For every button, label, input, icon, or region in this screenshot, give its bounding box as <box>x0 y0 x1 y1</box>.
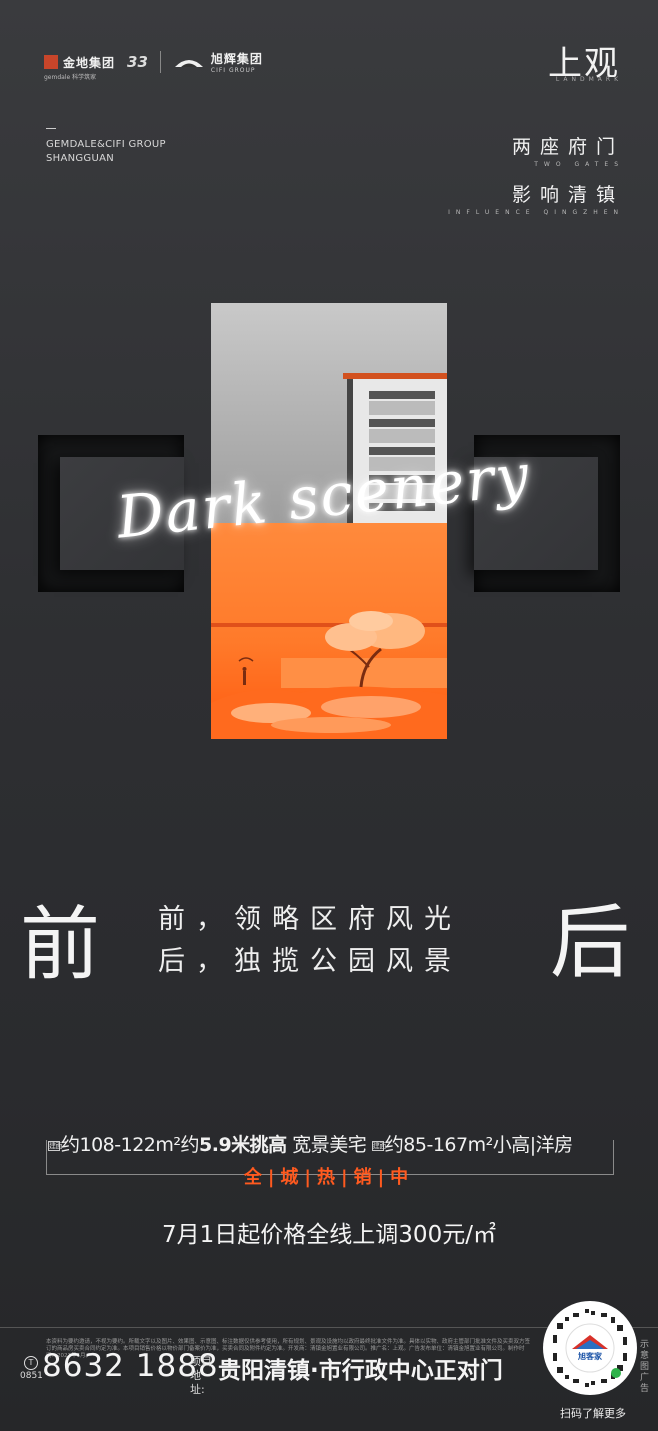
group-en-line-2: SHANGGUAN <box>46 153 115 164</box>
slogan-2-cn: 影响清镇 <box>511 184 624 206</box>
area-chip-2: 建面 <box>371 1140 386 1151</box>
headline-left-char: 前 <box>20 898 100 991</box>
cifi-name: 旭辉集团 <box>210 52 263 66</box>
slogan-1-en: TWO GATES <box>534 161 624 168</box>
gemdale-mark-icon <box>44 55 58 69</box>
area-1: 约108-122m²约 <box>61 1134 200 1156</box>
phone-area-code: 0851 <box>20 1371 43 1381</box>
cifi-sub: CIFI GROUP <box>210 67 256 74</box>
project-brand-en: LANDMARK <box>555 76 622 83</box>
gemdale-logo: 金地集团 gemdale 科学筑家 <box>44 54 116 81</box>
qr-caption: 扫码了解更多 <box>560 1407 626 1420</box>
logo-divider <box>159 51 161 73</box>
price-note: 7月1日起价格全线上调300元/㎡ <box>162 1222 496 1248</box>
slogan-1: 两座府门 TWO GATES <box>512 132 624 168</box>
address-label: 项目地址: <box>190 1355 212 1396</box>
project-address: 贵阳清镇·市行政中心正对门 <box>218 1358 503 1384</box>
slogan-2: 影响清镇 INFLUENCE QINGZHEN <box>448 180 624 216</box>
mini-program-qr-code[interactable]: 旭客家 <box>543 1301 637 1395</box>
group-english: GEMDALE&CIFI GROUP SHANGGUAN <box>46 138 166 166</box>
divider-dash <box>46 128 56 129</box>
area-chip-1: 建面 <box>48 1140 63 1151</box>
landscape-illustration <box>211 611 447 739</box>
cifi-mark-icon <box>174 60 203 67</box>
gemdale-sub: gemdale 科学筑家 <box>44 73 97 81</box>
group-en-line-1: GEMDALE&CIFI GROUP <box>46 139 166 150</box>
qr-brand-label: 旭客家 <box>578 1352 602 1361</box>
headline-line-1: 前，领略区府风光 <box>158 904 462 935</box>
qr-pattern-icon <box>553 1309 627 1387</box>
anniversary-badge: 33 <box>127 53 148 71</box>
headline-line-2: 后，独揽公园风景 <box>158 946 462 977</box>
slogan-1-cn: 两座府门 <box>511 136 624 158</box>
height-highlight: 5.9米挑高 <box>199 1134 287 1156</box>
promo-spec-line: 建面约108-122m²约5.9米挑高 宽景美宅 建面约85-167m²小高|洋… <box>48 1130 573 1157</box>
phone-icon: T <box>24 1356 38 1370</box>
cifi-logo: 旭辉集团 CIFI GROUP <box>211 50 263 74</box>
desc-1: 宽景美宅 <box>292 1134 367 1156</box>
developer-logos: 金地集团 gemdale 科学筑家 33 旭辉集团 CIFI GROUP <box>44 50 263 81</box>
hot-sale-banner: 全|城|热|销|中 <box>243 1167 415 1188</box>
slogan-2-en: INFLUENCE QINGZHEN <box>448 209 624 216</box>
gemdale-name: 金地集团 <box>63 55 116 70</box>
area-2: 约85-167m²小高|洋房 <box>384 1134 573 1156</box>
illustration-disclaimer-tag: 示意图 广告 <box>640 1340 650 1394</box>
headline-right-char: 后 <box>550 896 630 989</box>
